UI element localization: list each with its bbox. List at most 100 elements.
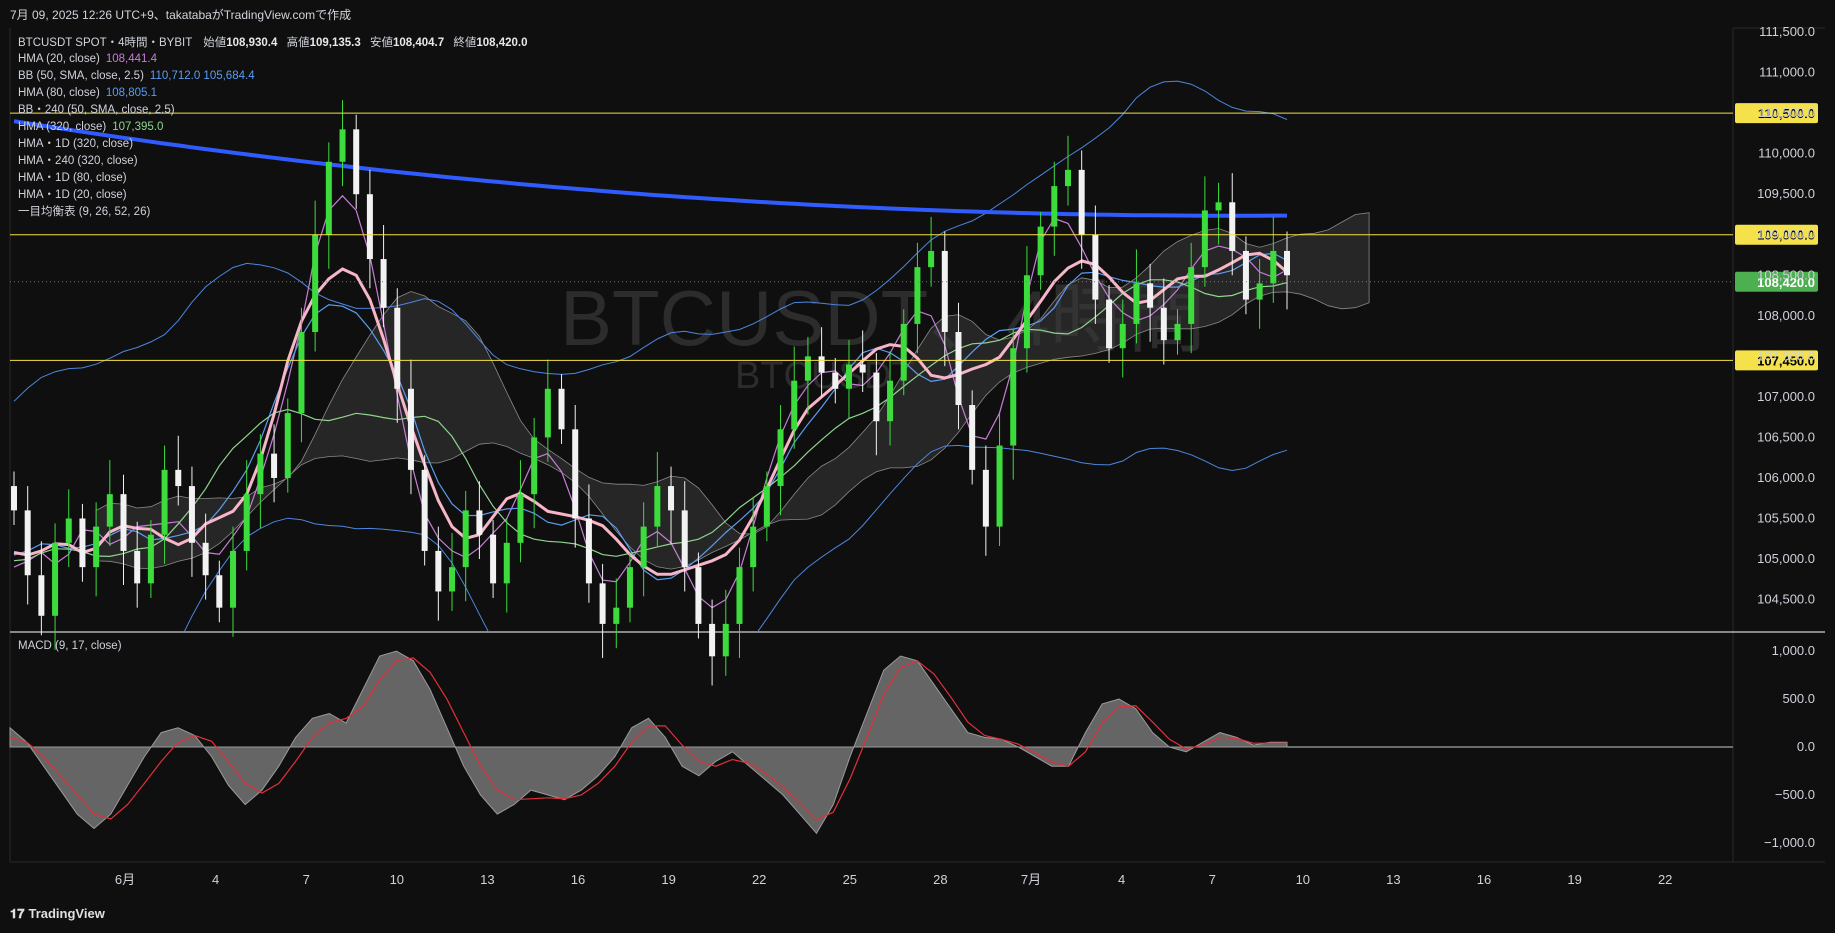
candle-body [503,542,510,584]
indicator-label: BB (50, SMA, close, 2.5) [18,70,144,82]
candle-body [407,388,414,470]
macd-tick: 1,000.0 [1772,643,1815,658]
candle-body [558,388,565,430]
indicator-label: HMA・1D (320, close) [18,138,134,150]
candle-body [599,583,606,624]
price-tick: 110,000.0 [1758,146,1815,161]
indicator-row[interactable]: HMA (320, close) 107,395.0 [18,119,255,136]
low-value: 108,404.7 [392,37,445,49]
candle-body [1174,323,1181,341]
indicator-value: 108,805.1 [105,87,157,99]
time-tick: 13 [1386,872,1400,887]
time-tick: 10 [390,872,404,887]
candle-body [1242,250,1249,300]
candle-body [722,623,729,657]
candle-body [1064,169,1071,187]
candle-body [955,332,962,405]
high-value: 109,135.3 [309,37,361,49]
candle-body [24,510,31,576]
price-tick: 104,500.0 [1757,592,1815,607]
open-label: 始値 [203,37,227,49]
candle-body [818,356,825,373]
candle-body [421,469,428,551]
price-tick: 106,500.0 [1757,429,1815,444]
macd-title[interactable]: MACD (9, 17, close) [18,640,122,652]
candle-body [366,194,373,260]
time-tick: 10 [1296,872,1310,887]
price-tick: 109,000.0 [1757,227,1815,242]
indicator-label: BB・240 (50, SMA, close, 2.5) [18,104,175,116]
time-tick: 19 [1567,872,1581,887]
candle-body [202,542,209,576]
price-tick: 107,000.0 [1757,389,1815,404]
chart-canvas[interactable]: BTCUSDT、4時間 BTCUSDT 110,500.0109,000.010… [0,0,1835,933]
candle-body [11,486,17,511]
candle-body [1119,323,1126,349]
close-value: 108,420.0 [476,37,528,49]
indicator-row[interactable]: HMA・1D (20, close) [18,187,255,204]
candle-body [1215,202,1222,211]
price-tick: 107,500.0 [1757,348,1815,363]
candle-body [298,332,305,414]
indicator-row[interactable]: HMA・1D (320, close) [18,136,255,153]
candle-body [325,161,332,235]
time-tick: 16 [571,872,585,887]
candle-body [312,234,319,333]
indicator-row[interactable]: HMA・240 (320, close) [18,153,255,170]
high-label: 高値 [286,37,310,49]
indicator-label: 一目均衡表 (9, 26, 52, 26) [18,206,151,218]
indicator-label: HMA (20, close) [18,53,100,65]
candle-body [613,607,620,624]
indicator-row[interactable]: HMA (80, close) 108,805.1 [18,85,255,102]
indicator-label: HMA・240 (320, close) [18,155,138,167]
candle-body [845,364,852,389]
candle-body [65,518,72,543]
candle-body [120,494,127,551]
candle-body [216,575,223,608]
indicator-row[interactable]: HMA・1D (80, close) [18,170,255,187]
candle-body [93,526,100,568]
price-tick: 110,500.0 [1758,105,1815,120]
price-tick: 105,000.0 [1757,551,1815,566]
candle-body [284,413,291,478]
candle-body [1133,283,1140,324]
macd-tick: 0.0 [1797,739,1815,754]
candle-body [1078,169,1085,235]
candle-body [763,486,770,527]
indicator-row[interactable]: BB・240 (50, SMA, close, 2.5) [18,102,255,119]
candle-body [750,526,757,568]
candle-body [52,542,59,616]
indicator-value: 110,712.0 105,684.4 [149,70,255,82]
candle-body [1160,307,1167,341]
candle-body [353,129,360,195]
candle-body [134,550,141,584]
price-tick: 108,000.0 [1757,308,1815,323]
price-tick: 109,500.0 [1757,186,1815,201]
candle-body [941,250,948,333]
indicator-row[interactable]: BB (50, SMA, close, 2.5) 110,712.0 105,68… [18,68,255,85]
candle-body [476,510,483,535]
macd-tick: −500.0 [1775,787,1815,802]
tradingview-logo[interactable]: 𝟏𝟕 TradingView [10,906,105,922]
time-tick: 7 [1209,872,1216,887]
created-caption: 7月 09, 2025 12:26 UTC+9、takatabaがTrading… [10,8,352,22]
symbol-label: BTCUSDT SPOT・4時間・BYBIT [18,37,193,49]
candle-body [147,534,154,584]
candle-body [1270,250,1277,284]
candle-body [681,510,688,568]
price-tick: 106,000.0 [1757,470,1815,485]
price-axis[interactable]: 111,500.0 111,000.0 110,500.0 110,000.0 109,… [1757,24,1815,607]
candle-body [626,567,633,608]
candle-body [1201,210,1208,268]
candle-body [928,250,935,268]
indicator-row[interactable]: HMA (20, close) 108,441.4 [18,51,255,68]
indicator-row[interactable]: 一目均衡表 (9, 26, 52, 26) [18,204,255,221]
candle-body [544,388,551,438]
candle-body [1188,267,1195,324]
candle-body [449,567,456,592]
indicator-label: HMA・1D (20, close) [18,189,127,201]
time-tick: 25 [843,872,857,887]
candle-body [654,486,661,527]
candle-body [585,518,592,584]
candle-body [668,486,675,511]
